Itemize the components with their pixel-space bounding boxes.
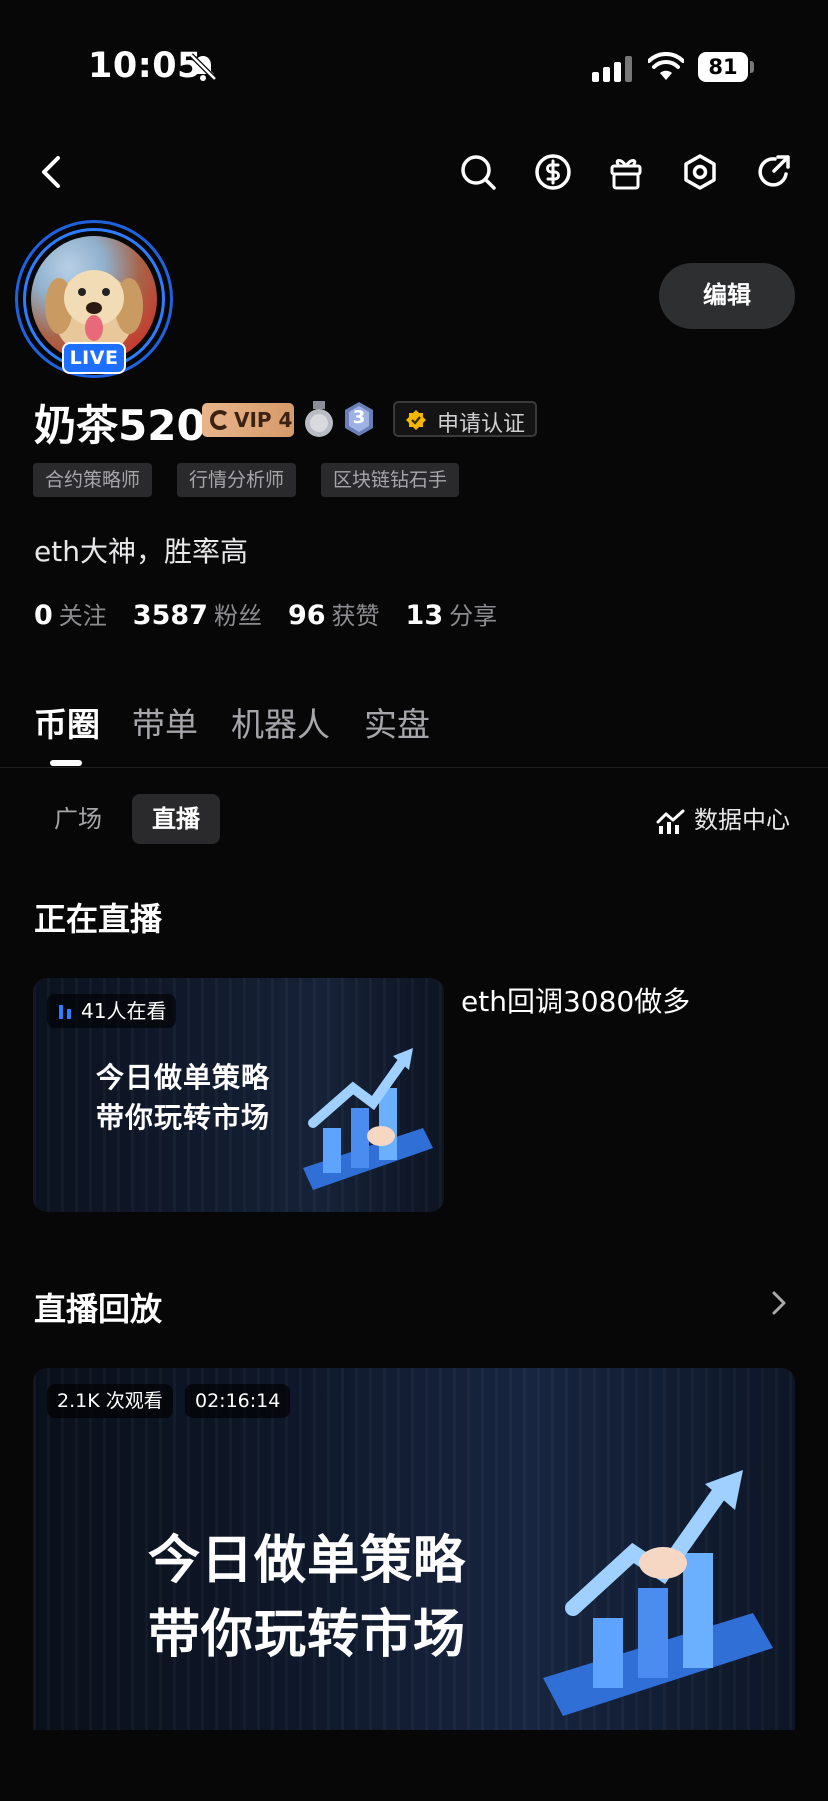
live-badge: LIVE <box>62 342 126 374</box>
stat-shares[interactable]: 13 分享 <box>405 600 524 631</box>
growth-chart-illustration <box>543 1470 773 1716</box>
tabs-divider <box>0 767 828 768</box>
stat-label: 分享 <box>449 602 498 630</box>
stat-label: 关注 <box>58 602 107 630</box>
live-now-title: 正在直播 <box>34 900 163 938</box>
wifi-icon <box>648 52 684 80</box>
growth-chart-illustration <box>303 1048 433 1190</box>
stat-value: 13 <box>405 600 444 631</box>
stat-label: 粉丝 <box>213 602 262 630</box>
viewer-count: 41人在看 <box>81 999 167 1023</box>
battery-level: 81 <box>698 52 748 82</box>
vip-badge[interactable]: VIP 4 <box>202 403 294 437</box>
profile-stats: 0 关注 3587 粉丝 96 获赞 13 分享 <box>34 596 523 631</box>
level-badge[interactable]: 3 <box>343 401 375 437</box>
username: 奶茶520 <box>34 401 206 450</box>
chevron-right-icon[interactable] <box>768 1288 790 1318</box>
tab-crypto-circle[interactable]: 币圈 <box>34 698 100 746</box>
live-stream-title[interactable]: eth回调3080做多 <box>461 980 690 1020</box>
thumbnail-caption-line1: 今日做单策略 <box>96 1061 271 1094</box>
tab-robots[interactable]: 机器人 <box>231 698 330 746</box>
verified-badge-icon <box>406 410 426 430</box>
replay-title: 直播回放 <box>34 1290 163 1328</box>
apply-certification-button[interactable]: 申请认证 <box>393 401 537 437</box>
profile-tag: 行情分析师 <box>177 463 297 497</box>
subtab-live[interactable]: 直播 <box>132 794 220 844</box>
chart-icon <box>656 809 685 834</box>
profile-bio: eth大神，胜率高 <box>34 535 248 568</box>
apply-certification-label: 申请认证 <box>437 412 526 437</box>
tab-copy-trading[interactable]: 带单 <box>132 698 198 746</box>
tab-live-account[interactable]: 实盘 <box>364 698 430 746</box>
replay-view-count: 2.1K 次观看 <box>47 1384 173 1418</box>
back-arrow-icon[interactable] <box>34 152 68 192</box>
viewer-count-pill: 41人在看 <box>47 994 177 1028</box>
stat-likes[interactable]: 96 获赞 <box>287 600 406 631</box>
share-icon[interactable] <box>754 152 794 192</box>
thumbnail-caption-line2: 带你玩转市场 <box>96 1101 271 1134</box>
bell-muted-icon <box>189 53 217 81</box>
edit-profile-button[interactable]: 编辑 <box>659 263 795 329</box>
vip-label: VIP 4 <box>234 408 293 432</box>
stat-value: 0 <box>34 600 53 631</box>
thumbnail-caption-line1: 今日做单策略 <box>148 1531 467 1591</box>
replay-duration: 02:16:14 <box>185 1384 291 1418</box>
stat-following[interactable]: 0 关注 <box>34 600 133 631</box>
battery-tip <box>750 61 754 73</box>
cellular-signal-icon <box>592 56 632 82</box>
search-icon[interactable] <box>458 152 498 192</box>
live-bars-icon <box>59 1005 71 1019</box>
thumbnail-caption-line2: 带你玩转市场 <box>148 1605 467 1665</box>
stat-value: 3587 <box>132 600 208 631</box>
subtab-plaza[interactable]: 广场 <box>34 794 122 844</box>
settings-gear-icon[interactable] <box>680 152 720 192</box>
live-stream-thumbnail[interactable]: 41人在看 今日做单策略 带你玩转市场 <box>33 978 444 1212</box>
status-bar: 10:05 81 <box>0 0 828 120</box>
level-number: 3 <box>352 407 366 428</box>
stat-followers[interactable]: 3587 粉丝 <box>132 600 288 631</box>
stat-value: 96 <box>287 600 326 631</box>
gift-icon[interactable] <box>606 152 646 192</box>
stat-label: 获赞 <box>331 602 380 630</box>
data-center-label: 数据中心 <box>694 806 790 834</box>
silver-medal-icon[interactable] <box>303 401 335 439</box>
profile-tag: 区块链钻石手 <box>321 463 460 497</box>
battery-indicator: 81 <box>698 52 754 82</box>
dollar-coin-icon[interactable] <box>533 152 573 192</box>
vip-logo-icon <box>210 410 230 430</box>
profile-tag: 合约策略师 <box>33 463 153 497</box>
active-tab-indicator <box>50 760 82 766</box>
replay-video-thumbnail[interactable]: 2.1K 次观看 02:16:14 今日做单策略 带你玩转市场 <box>33 1368 795 1730</box>
status-time: 10:05 <box>88 46 202 86</box>
